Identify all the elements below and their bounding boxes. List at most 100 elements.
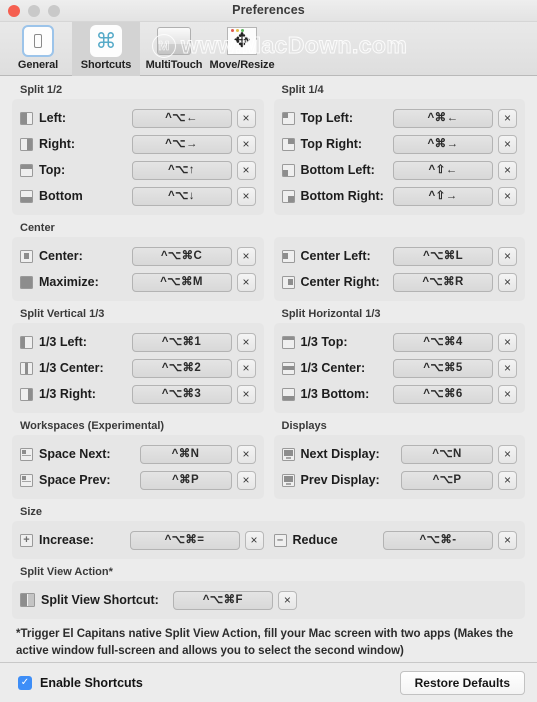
clear-shortcut-left-button[interactable]: × — [236, 108, 256, 128]
row-label: Space Next: — [39, 447, 111, 461]
shortcut-field-third-middle[interactable]: ^⌥⌘5 — [393, 358, 493, 378]
maximize-icon — [20, 275, 33, 289]
row-label: Center Right: — [300, 275, 380, 289]
clear-shortcut-right-button[interactable]: × — [236, 134, 256, 154]
group-size: Size Increase: ^⌥⌘= × — [12, 506, 525, 559]
clear-shortcut-reduce-button[interactable]: × — [498, 530, 517, 550]
shortcut-row-center-left: Center Left: ^⌥⌘L × — [281, 243, 517, 269]
next-display-icon — [281, 447, 295, 461]
clear-shortcut-third-bottom-button[interactable]: × — [498, 384, 517, 404]
command-key-icon: ⌘ — [89, 24, 123, 58]
space-next-icon — [20, 447, 33, 461]
tab-move-resize[interactable]: ✥ Move/Resize — [208, 22, 276, 76]
tab-shortcuts[interactable]: ⌘ Shortcuts — [72, 22, 140, 76]
shortcut-field-maximize[interactable]: ^⌥⌘M — [131, 272, 232, 292]
shortcut-field-top-left[interactable]: ^⌘← — [393, 108, 493, 128]
quarter-top-left-icon — [281, 111, 295, 125]
third-center-icon — [20, 361, 33, 375]
clear-shortcut-split-view-button[interactable]: × — [277, 590, 297, 610]
shortcut-field-bottom[interactable]: ^⌥↓ — [131, 186, 232, 206]
clear-shortcut-center-button[interactable]: × — [236, 246, 256, 266]
group-center: Center Center: ^⌥⌘C × Maximize: ^⌥⌘M × C… — [12, 222, 525, 301]
clear-shortcut-space-prev-button[interactable]: × — [236, 470, 256, 490]
shortcut-field-third-bottom[interactable]: ^⌥⌘6 — [393, 384, 493, 404]
tab-general-label: General — [17, 59, 59, 71]
shortcut-field-next-display[interactable]: ^⌥N — [401, 444, 493, 464]
shortcut-field-reduce[interactable]: ^⌥⌘- — [383, 530, 493, 550]
clear-shortcut-bottom-left-button[interactable]: × — [498, 160, 517, 180]
group-split-quarter-title: Split 1/4 — [281, 84, 324, 96]
group-split-half-title: Split 1/2 — [20, 84, 63, 96]
clear-shortcut-top-left-button[interactable]: × — [498, 108, 517, 128]
enable-shortcuts-label: Enable Shortcuts — [40, 675, 143, 690]
tab-move-resize-label: Move/Resize — [209, 59, 275, 71]
shortcut-field-center-right[interactable]: ^⌥⌘R — [393, 272, 493, 292]
clear-shortcut-third-middle-button[interactable]: × — [498, 358, 517, 378]
shortcut-field-third-top[interactable]: ^⌥⌘4 — [393, 332, 493, 352]
clear-shortcut-bottom-right-button[interactable]: × — [498, 186, 517, 206]
clear-shortcut-third-right-button[interactable]: × — [236, 384, 256, 404]
shortcut-row-third-right: 1/3 Right: ^⌥⌘3 × — [20, 381, 256, 407]
shortcut-row-right: Right: ^⌥→ × — [20, 131, 256, 157]
shortcut-field-center[interactable]: ^⌥⌘C — [131, 246, 232, 266]
clear-shortcut-third-center-button[interactable]: × — [236, 358, 256, 378]
shortcut-field-third-center[interactable]: ^⌥⌘2 — [131, 358, 232, 378]
clear-shortcut-center-right-button[interactable]: × — [498, 272, 517, 292]
clear-shortcut-top-button[interactable]: × — [236, 160, 256, 180]
clear-shortcut-next-display-button[interactable]: × — [498, 444, 517, 464]
move-arrows-icon: ✥ — [225, 24, 259, 58]
shortcut-row-third-middle: 1/3 Center: ^⌥⌘5 × — [281, 355, 517, 381]
shortcut-row-increase: Increase: ^⌥⌘= × — [20, 527, 264, 553]
shortcut-row-third-top: 1/3 Top: ^⌥⌘4 × — [281, 329, 517, 355]
shortcut-row-prev-display: Prev Display: ^⌥P × — [281, 467, 517, 493]
row-label: Top Right: — [300, 137, 363, 151]
third-left-icon — [20, 335, 33, 349]
shortcut-field-left[interactable]: ^⌥← — [131, 108, 232, 128]
shortcut-field-third-right[interactable]: ^⌥⌘3 — [131, 384, 232, 404]
split-left-icon — [20, 111, 33, 125]
shortcut-row-bottom-left: Bottom Left: ^⇧← × — [281, 157, 517, 183]
shortcut-row-next-display: Next Display: ^⌥N × — [281, 441, 517, 467]
shortcut-field-top[interactable]: ^⌥↑ — [131, 160, 232, 180]
row-label: 1/3 Center: — [39, 361, 104, 375]
clear-shortcut-top-right-button[interactable]: × — [498, 134, 517, 154]
tab-multitouch[interactable]: MultiTouch — [140, 22, 208, 76]
shortcut-field-split-view[interactable]: ^⌥⌘F — [172, 590, 273, 610]
clear-shortcut-increase-button[interactable]: × — [244, 530, 264, 550]
enable-shortcuts-checkbox[interactable]: ✓ — [18, 675, 32, 690]
group-workspaces-title: Workspaces (Experimental) — [20, 420, 165, 432]
shortcut-field-center-left[interactable]: ^⌥⌘L — [393, 246, 493, 266]
shortcut-field-third-left[interactable]: ^⌥⌘1 — [131, 332, 232, 352]
shortcut-row-center-right: Center Right: ^⌥⌘R × — [281, 269, 517, 295]
clear-shortcut-third-top-button[interactable]: × — [498, 332, 517, 352]
row-label: Space Prev: — [39, 473, 111, 487]
third-top-icon — [281, 335, 295, 349]
clear-shortcut-maximize-button[interactable]: × — [236, 272, 256, 292]
group-displays-title: Displays — [281, 420, 327, 432]
clear-shortcut-third-left-button[interactable]: × — [236, 332, 256, 352]
shortcut-field-bottom-left[interactable]: ^⇧← — [393, 160, 493, 180]
toolbar: General ⌘ Shortcuts MultiTouch ✥ Move/Re… — [0, 22, 537, 76]
shortcuts-panel: Split 1/2 Left: ^⌥← × Right: ^⌥→ × Top: … — [0, 76, 537, 662]
split-view-footnote: *Trigger El Capitans native Split View A… — [16, 628, 514, 657]
center-right-icon — [281, 275, 295, 289]
clear-shortcut-center-left-button[interactable]: × — [498, 246, 517, 266]
shortcut-field-prev-display[interactable]: ^⌥P — [401, 470, 493, 490]
restore-defaults-button[interactable]: Restore Defaults — [399, 670, 525, 695]
third-middle-icon — [281, 361, 295, 375]
shortcut-row-center: Center: ^⌥⌘C × — [20, 243, 256, 269]
shortcut-row-left: Left: ^⌥← × — [20, 105, 256, 131]
shortcut-field-increase[interactable]: ^⌥⌘= — [129, 530, 240, 550]
shortcut-row-space-prev: Space Prev: ^⌘P × — [20, 467, 256, 493]
shortcut-field-space-next[interactable]: ^⌘N — [139, 444, 232, 464]
shortcut-row-split-view: Split View Shortcut: ^⌥⌘F × — [20, 587, 517, 613]
shortcut-field-right[interactable]: ^⌥→ — [131, 134, 232, 154]
clear-shortcut-prev-display-button[interactable]: × — [498, 470, 517, 490]
shortcut-row-space-next: Space Next: ^⌘N × — [20, 441, 256, 467]
clear-shortcut-bottom-button[interactable]: × — [236, 186, 256, 206]
tab-general[interactable]: General — [4, 22, 72, 76]
shortcut-field-bottom-right[interactable]: ^⇧→ — [393, 186, 493, 206]
shortcut-field-top-right[interactable]: ^⌘→ — [393, 134, 493, 154]
clear-shortcut-space-next-button[interactable]: × — [236, 444, 256, 464]
shortcut-field-space-prev[interactable]: ^⌘P — [139, 470, 232, 490]
